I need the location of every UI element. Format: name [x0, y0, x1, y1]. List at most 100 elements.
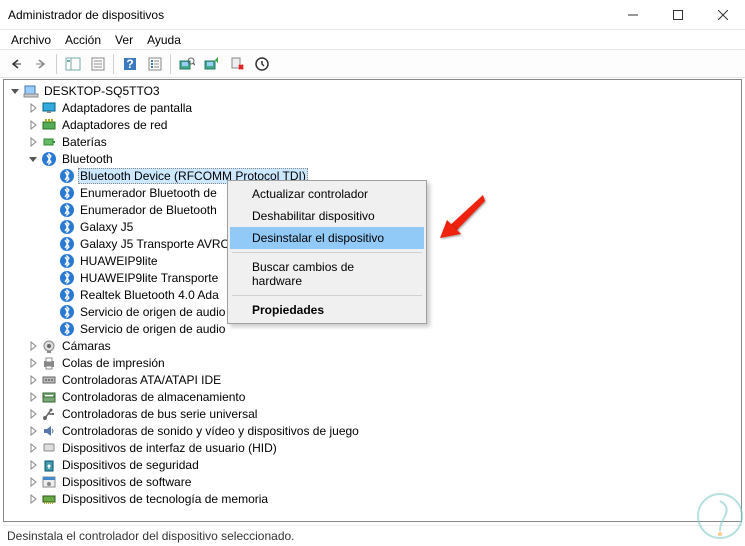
mem-icon	[41, 491, 57, 507]
scan-hardware-button[interactable]	[175, 53, 198, 75]
tree-node-label: Adaptadores de pantalla	[60, 101, 194, 115]
tree-node-label: Bluetooth	[60, 152, 115, 166]
chevron-right-icon[interactable]	[26, 407, 40, 421]
toolbar-separator	[170, 54, 171, 74]
sound-icon	[41, 423, 57, 439]
update-driver-button[interactable]	[200, 53, 223, 75]
hid-icon	[41, 440, 57, 456]
tree-node-label: Enumerador de Bluetooth	[78, 203, 219, 217]
watermark-icon	[675, 476, 745, 546]
net-icon	[41, 117, 57, 133]
tree-node-label: Realtek Bluetooth 4.0 Ada	[78, 288, 221, 302]
tree-category-prn[interactable]: Colas de impresión	[6, 354, 741, 371]
tree-node-label: Controladoras de almacenamiento	[60, 390, 247, 404]
tree-category-mem[interactable]: Dispositivos de tecnología de memoria	[6, 490, 741, 507]
tree-node-label: Dispositivos de software	[60, 475, 193, 489]
tree-node-label: Galaxy J5	[78, 220, 135, 234]
tree-category-cam[interactable]: Cámaras	[6, 337, 741, 354]
chevron-down-icon[interactable]	[8, 84, 22, 98]
chevron-down-icon[interactable]	[26, 152, 40, 166]
menu-file[interactable]: Archivo	[4, 31, 58, 49]
minimize-button[interactable]	[610, 0, 655, 30]
maximize-button[interactable]	[655, 0, 700, 30]
properties-button[interactable]	[86, 53, 109, 75]
tree-node-label: Dispositivos de interfaz de usuario (HID…	[60, 441, 279, 455]
tree-category-disp[interactable]: Adaptadores de pantalla	[6, 99, 741, 116]
chevron-right-icon[interactable]	[26, 135, 40, 149]
show-hide-tree-button[interactable]	[61, 53, 84, 75]
tree-category-snd[interactable]: Controladoras de sonido y vídeo y dispos…	[6, 422, 741, 439]
disable-button[interactable]	[250, 53, 273, 75]
tree-node-label: Dispositivos de tecnología de memoria	[60, 492, 270, 506]
details-button[interactable]	[143, 53, 166, 75]
chevron-right-icon[interactable]	[26, 458, 40, 472]
ctx-separator	[232, 252, 422, 253]
spacer	[44, 169, 58, 183]
tree-node-label: DESKTOP-SQ5TTO3	[42, 84, 162, 98]
tree-category-bat[interactable]: Baterías	[6, 133, 741, 150]
chevron-right-icon[interactable]	[26, 390, 40, 404]
menu-view[interactable]: Ver	[108, 31, 140, 49]
tree-category-net[interactable]: Adaptadores de red	[6, 116, 741, 133]
tree-root[interactable]: DESKTOP-SQ5TTO3	[6, 82, 741, 99]
ctx-scan-hardware[interactable]: Buscar cambios de hardware	[230, 256, 424, 292]
help-button[interactable]: ?	[118, 53, 141, 75]
spacer	[44, 186, 58, 200]
status-text: Desinstala el controlador del dispositiv…	[7, 529, 295, 543]
bluetooth-icon	[59, 270, 75, 286]
tree-category-hid[interactable]: Dispositivos de interfaz de usuario (HID…	[6, 439, 741, 456]
computer-icon	[23, 83, 39, 99]
menu-action[interactable]: Acción	[58, 31, 108, 49]
printer-icon	[41, 355, 57, 371]
tree-category-sto[interactable]: Controladoras de almacenamiento	[6, 388, 741, 405]
ctx-disable-device[interactable]: Deshabilitar dispositivo	[230, 205, 424, 227]
tree-category-sec[interactable]: Dispositivos de seguridad	[6, 456, 741, 473]
tree-node-label: Adaptadores de red	[60, 118, 169, 132]
chevron-right-icon[interactable]	[26, 339, 40, 353]
menu-help[interactable]: Ayuda	[140, 31, 188, 49]
chevron-right-icon[interactable]	[26, 492, 40, 506]
chevron-right-icon[interactable]	[26, 373, 40, 387]
tree-node-label: Servicio de origen de audio	[78, 305, 227, 319]
ctx-update-driver[interactable]: Actualizar controlador	[230, 183, 424, 205]
status-bar: Desinstala el controlador del dispositiv…	[3, 525, 742, 545]
chevron-right-icon[interactable]	[26, 441, 40, 455]
cam-icon	[41, 338, 57, 354]
forward-button[interactable]	[29, 53, 52, 75]
bluetooth-icon	[59, 202, 75, 218]
tree-category-ide[interactable]: Controladoras ATA/ATAPI IDE	[6, 371, 741, 388]
tree-node-label: Galaxy J5 Transporte AVRC	[78, 237, 231, 251]
spacer	[44, 288, 58, 302]
spacer	[44, 203, 58, 217]
chevron-right-icon[interactable]	[26, 101, 40, 115]
tree-node-label: Dispositivos de seguridad	[60, 458, 201, 472]
chevron-right-icon[interactable]	[26, 475, 40, 489]
svg-text:?: ?	[126, 57, 133, 71]
close-button[interactable]	[700, 0, 745, 30]
tree-node-label: Controladoras de sonido y vídeo y dispos…	[60, 424, 361, 438]
chevron-right-icon[interactable]	[26, 356, 40, 370]
display-icon	[41, 100, 57, 116]
back-button[interactable]	[4, 53, 27, 75]
tree-category-sw[interactable]: Dispositivos de software	[6, 473, 741, 490]
spacer	[44, 220, 58, 234]
ctx-uninstall-device[interactable]: Desinstalar el dispositivo	[230, 227, 424, 249]
tree-node-label: Colas de impresión	[60, 356, 167, 370]
tree-category-usb[interactable]: Controladoras de bus serie universal	[6, 405, 741, 422]
context-menu: Actualizar controlador Deshabilitar disp…	[227, 180, 427, 324]
sec-icon	[41, 457, 57, 473]
sw-icon	[41, 474, 57, 490]
tree-node-label: Baterías	[60, 135, 109, 149]
tree-node-label: Controladoras ATA/ATAPI IDE	[60, 373, 223, 387]
spacer	[44, 237, 58, 251]
bluetooth-icon	[59, 185, 75, 201]
chevron-right-icon[interactable]	[26, 118, 40, 132]
chevron-right-icon[interactable]	[26, 424, 40, 438]
ctx-properties[interactable]: Propiedades	[230, 299, 424, 321]
usb-icon	[41, 406, 57, 422]
bluetooth-icon	[59, 287, 75, 303]
toolbar-separator	[113, 54, 114, 74]
battery-icon	[41, 134, 57, 150]
uninstall-button[interactable]	[225, 53, 248, 75]
tree-category-bt[interactable]: Bluetooth	[6, 150, 741, 167]
